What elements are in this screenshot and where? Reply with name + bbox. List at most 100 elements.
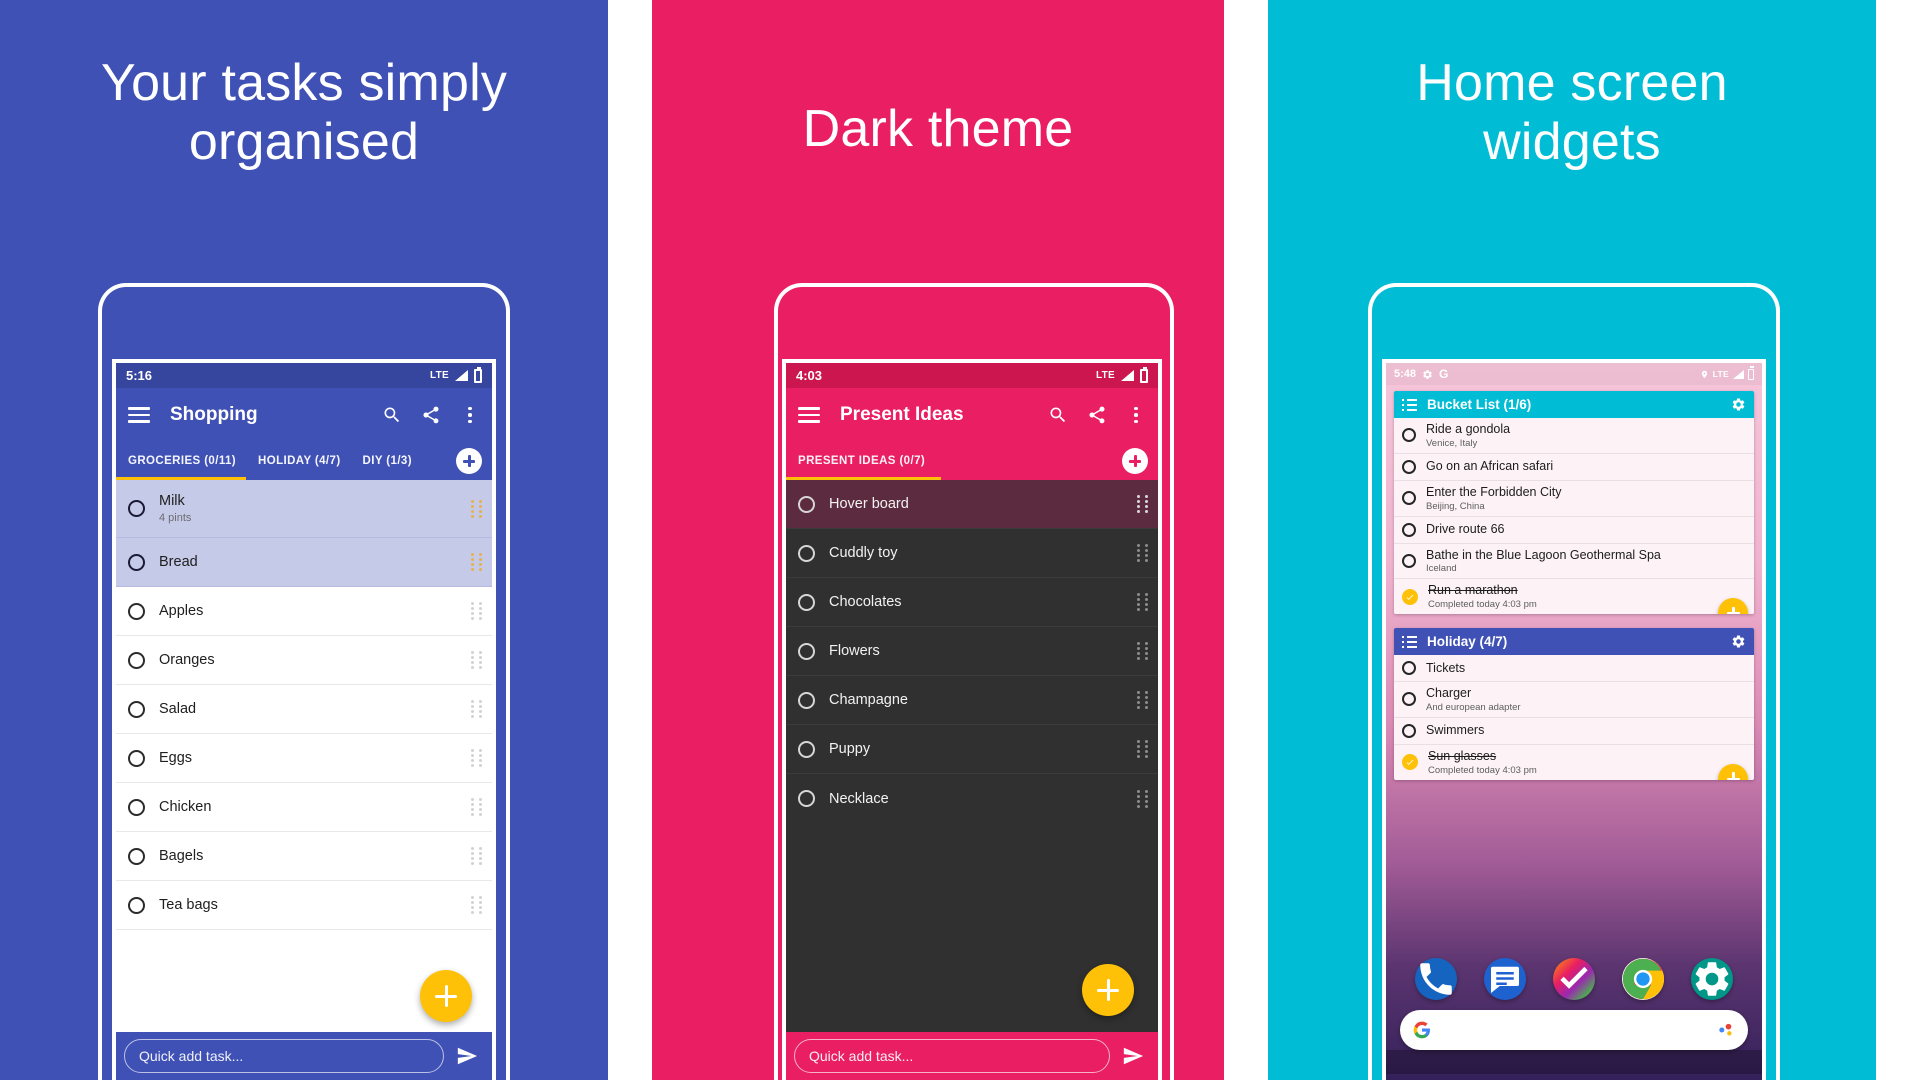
checkbox-circle[interactable] xyxy=(798,740,815,758)
list-item[interactable]: Enter the Forbidden City Beijing, China xyxy=(1394,481,1754,517)
checkbox-circle[interactable] xyxy=(1402,459,1416,474)
table-row[interactable]: Champagne xyxy=(786,676,1158,725)
checkbox-circle[interactable] xyxy=(1402,428,1416,443)
table-row[interactable]: Bagels xyxy=(116,832,492,881)
table-row[interactable]: Flowers xyxy=(786,627,1158,676)
checkbox-circle[interactable] xyxy=(128,602,145,620)
checkbox-circle[interactable] xyxy=(128,500,145,517)
checkbox-circle[interactable] xyxy=(128,651,145,669)
table-row[interactable]: Chicken xyxy=(116,783,492,832)
drag-handle-icon[interactable] xyxy=(471,553,482,571)
more-vert-icon[interactable] xyxy=(1126,406,1146,424)
more-vert-icon[interactable] xyxy=(460,406,480,424)
table-row[interactable]: Apples xyxy=(116,587,492,636)
google-search-bar[interactable] xyxy=(1400,1010,1748,1050)
drag-handle-icon[interactable] xyxy=(1137,495,1148,513)
checkbox-circle[interactable] xyxy=(798,544,815,562)
list-item[interactable]: Charger And european adapter xyxy=(1394,682,1754,718)
drag-handle-icon[interactable] xyxy=(471,749,482,767)
gear-icon[interactable] xyxy=(1731,397,1746,412)
table-row[interactable]: Oranges xyxy=(116,636,492,685)
checkbox-circle[interactable] xyxy=(798,495,815,513)
hamburger-icon[interactable] xyxy=(128,407,150,423)
checkbox-circle[interactable] xyxy=(798,691,815,709)
list-item[interactable]: Swimmers xyxy=(1394,718,1754,745)
list-item[interactable]: Ride a gondola Venice, Italy xyxy=(1394,418,1754,454)
check-circle-icon[interactable] xyxy=(1402,754,1418,771)
drag-handle-icon[interactable] xyxy=(1137,642,1148,660)
drag-handle-icon[interactable] xyxy=(471,896,482,914)
checkbox-circle[interactable] xyxy=(128,847,145,865)
checkbox-circle[interactable] xyxy=(798,790,815,807)
check-circle-icon[interactable] xyxy=(1402,588,1418,605)
list-item[interactable]: Go on an African safari xyxy=(1394,454,1754,481)
list-item[interactable]: Tickets xyxy=(1394,655,1754,682)
tab-groceries[interactable]: GROCERIES (0/11) xyxy=(128,455,236,467)
share-icon[interactable] xyxy=(1087,405,1107,425)
drag-handle-icon[interactable] xyxy=(1137,789,1148,808)
hamburger-icon[interactable] xyxy=(798,407,820,423)
list-item[interactable]: Run a marathon Completed today 4:03 pm xyxy=(1394,579,1754,614)
search-icon[interactable] xyxy=(382,405,402,425)
table-row[interactable]: Milk 4 pints xyxy=(116,480,492,538)
item-title: Go on an African safari xyxy=(1426,459,1554,474)
checkbox-circle[interactable] xyxy=(128,553,145,571)
search-icon[interactable] xyxy=(1048,405,1068,425)
table-row[interactable]: Cuddly toy xyxy=(786,529,1158,578)
drag-handle-icon[interactable] xyxy=(471,798,482,816)
list-item[interactable]: Sun glasses Completed today 4:03 pm xyxy=(1394,745,1754,780)
checkbox-circle[interactable] xyxy=(1402,661,1416,675)
add-list-button[interactable] xyxy=(456,448,482,474)
tasks-check-icon[interactable] xyxy=(1552,958,1595,1000)
settings-gear-icon[interactable] xyxy=(1690,958,1733,1000)
list-item[interactable]: Bathe in the Blue Lagoon Geothermal Spa … xyxy=(1394,544,1754,580)
list-item[interactable]: Drive route 66 xyxy=(1394,517,1754,544)
chrome-icon[interactable] xyxy=(1621,958,1664,1000)
table-row[interactable]: Tea bags xyxy=(116,881,492,930)
quick-add-input[interactable]: Quick add task... xyxy=(124,1039,444,1073)
tab-diy[interactable]: DIY (1/3) xyxy=(363,455,412,467)
table-row[interactable]: Bread xyxy=(116,538,492,587)
checkbox-circle[interactable] xyxy=(128,798,145,816)
messages-icon[interactable] xyxy=(1484,958,1527,1000)
checkbox-circle[interactable] xyxy=(798,642,815,660)
drag-handle-icon[interactable] xyxy=(471,700,482,718)
drag-handle-icon[interactable] xyxy=(1137,544,1148,562)
drag-handle-icon[interactable] xyxy=(1137,691,1148,709)
checkbox-circle[interactable] xyxy=(1402,723,1416,738)
table-row[interactable]: Puppy xyxy=(786,725,1158,774)
checkbox-circle[interactable] xyxy=(128,896,145,914)
checkbox-circle[interactable] xyxy=(798,593,815,611)
share-icon[interactable] xyxy=(421,405,441,425)
gear-icon[interactable] xyxy=(1731,634,1746,649)
checkbox-circle[interactable] xyxy=(1402,553,1416,568)
tab-present-ideas[interactable]: PRESENT IDEAS (0/7) xyxy=(798,455,925,467)
quick-add-input[interactable]: Quick add task... xyxy=(794,1039,1110,1073)
send-icon[interactable] xyxy=(1116,1045,1150,1067)
drag-handle-icon[interactable] xyxy=(471,651,482,669)
table-row[interactable]: Eggs xyxy=(116,734,492,783)
drag-handle-icon[interactable] xyxy=(1137,593,1148,611)
send-icon[interactable] xyxy=(450,1045,484,1067)
tab-holiday[interactable]: HOLIDAY (4/7) xyxy=(258,455,341,467)
drag-handle-icon[interactable] xyxy=(471,847,482,865)
checkbox-circle[interactable] xyxy=(128,700,145,718)
table-row[interactable]: Necklace xyxy=(786,774,1158,823)
phone-icon[interactable] xyxy=(1415,958,1458,1000)
checkbox-circle[interactable] xyxy=(128,749,145,767)
checkbox-circle[interactable] xyxy=(1402,692,1416,707)
add-task-fab[interactable] xyxy=(1082,964,1134,1016)
assistant-icon[interactable] xyxy=(1716,1020,1736,1040)
item-subtitle: And european adapter xyxy=(1426,701,1521,713)
table-row[interactable]: Salad xyxy=(116,685,492,734)
add-list-button[interactable] xyxy=(1122,448,1148,474)
drag-handle-icon[interactable] xyxy=(471,602,482,620)
drag-handle-icon[interactable] xyxy=(471,499,482,518)
drag-handle-icon[interactable] xyxy=(1137,740,1148,758)
widget-bucket-list: Bucket List (1/6) Ride a gondola Venice,… xyxy=(1394,391,1754,614)
add-task-fab[interactable] xyxy=(420,970,472,1022)
table-row[interactable]: Chocolates xyxy=(786,578,1158,627)
checkbox-circle[interactable] xyxy=(1402,491,1416,506)
checkbox-circle[interactable] xyxy=(1402,522,1416,537)
table-row[interactable]: Hover board xyxy=(786,480,1158,529)
